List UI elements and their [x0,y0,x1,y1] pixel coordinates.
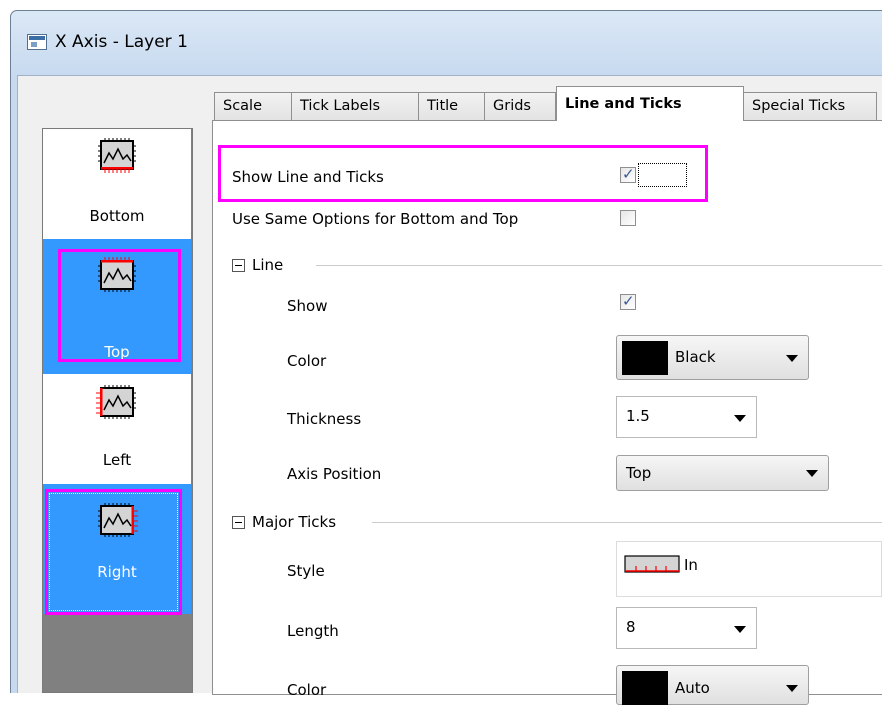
axis-bottom-icon [98,138,136,173]
chevron-down-icon [806,470,818,477]
major-ticks-length-dropdown[interactable]: 8 [616,607,757,649]
tab-title[interactable]: Title [418,92,485,120]
line-color-dropdown[interactable]: Black [616,335,809,380]
major-ticks-style-selector[interactable]: In [616,541,882,597]
show-line-ticks-label: Show Line and Ticks [232,168,384,186]
line-show-checkbox[interactable] [620,292,636,310]
color-swatch [622,671,668,705]
chevron-down-icon [734,626,746,633]
line-thickness-value: 1.5 [626,407,650,425]
line-thickness-label: Thickness [287,410,362,428]
color-swatch [622,341,668,375]
chevron-down-icon [734,415,746,422]
axis-position-dropdown[interactable]: Top [616,455,829,491]
line-show-label: Show [287,297,328,315]
major-ticks-color-label: Color [287,681,327,699]
axis-position-value: Top [626,464,652,482]
major-ticks-color-dropdown[interactable]: Auto [616,665,809,705]
same-options-checkbox[interactable] [620,210,636,226]
major-ticks-style-label: Style [287,562,325,580]
major-ticks-group-title: Major Ticks [252,513,337,531]
line-color-value: Black [675,348,716,366]
window-icon [27,34,47,50]
tab-special-ticks[interactable]: Special Ticks [743,92,877,120]
same-options-label: Use Same Options for Bottom and Top [232,210,519,228]
major-ticks-group-rule [372,522,882,523]
chevron-down-icon [786,355,798,362]
title-bar: X Axis - Layer 1 [11,11,882,73]
highlight-box-top [58,249,181,362]
show-line-ticks-checkbox[interactable] [620,165,636,183]
line-color-label: Color [287,352,327,370]
highlight-box-right [45,489,182,615]
tab-scale[interactable]: Scale [214,92,292,120]
major-ticks-length-value: 8 [626,618,636,636]
line-group-rule [316,265,882,266]
tab-tick-labels[interactable]: Tick Labels [291,92,419,120]
line-thickness-dropdown[interactable]: 1.5 [616,396,757,438]
collapse-icon[interactable] [232,515,245,529]
window-title: X Axis - Layer 1 [55,32,188,52]
tab-grids[interactable]: Grids [484,92,556,120]
line-group-title: Line [252,256,284,274]
axis-item-bottom[interactable]: Bottom [43,129,191,239]
line-group-header[interactable]: Line [232,256,283,274]
tab-line-and-ticks[interactable]: Line and Ticks [556,86,744,121]
focus-rect [638,163,687,187]
major-ticks-group-header[interactable]: Major Ticks [232,513,336,531]
tick-in-style-icon [624,555,680,573]
collapse-icon[interactable] [232,258,245,272]
tab-panel-line-and-ticks [212,120,882,695]
axis-left-icon [96,385,136,419]
axis-item-left[interactable]: Left [43,374,191,484]
major-ticks-length-label: Length [287,622,339,640]
axis-item-label: Left [102,451,132,469]
major-ticks-style-value: In [684,556,698,574]
axis-item-label: Bottom [89,207,145,225]
axis-position-label: Axis Position [287,465,382,483]
chevron-down-icon [786,685,798,692]
major-ticks-color-value: Auto [675,679,710,697]
